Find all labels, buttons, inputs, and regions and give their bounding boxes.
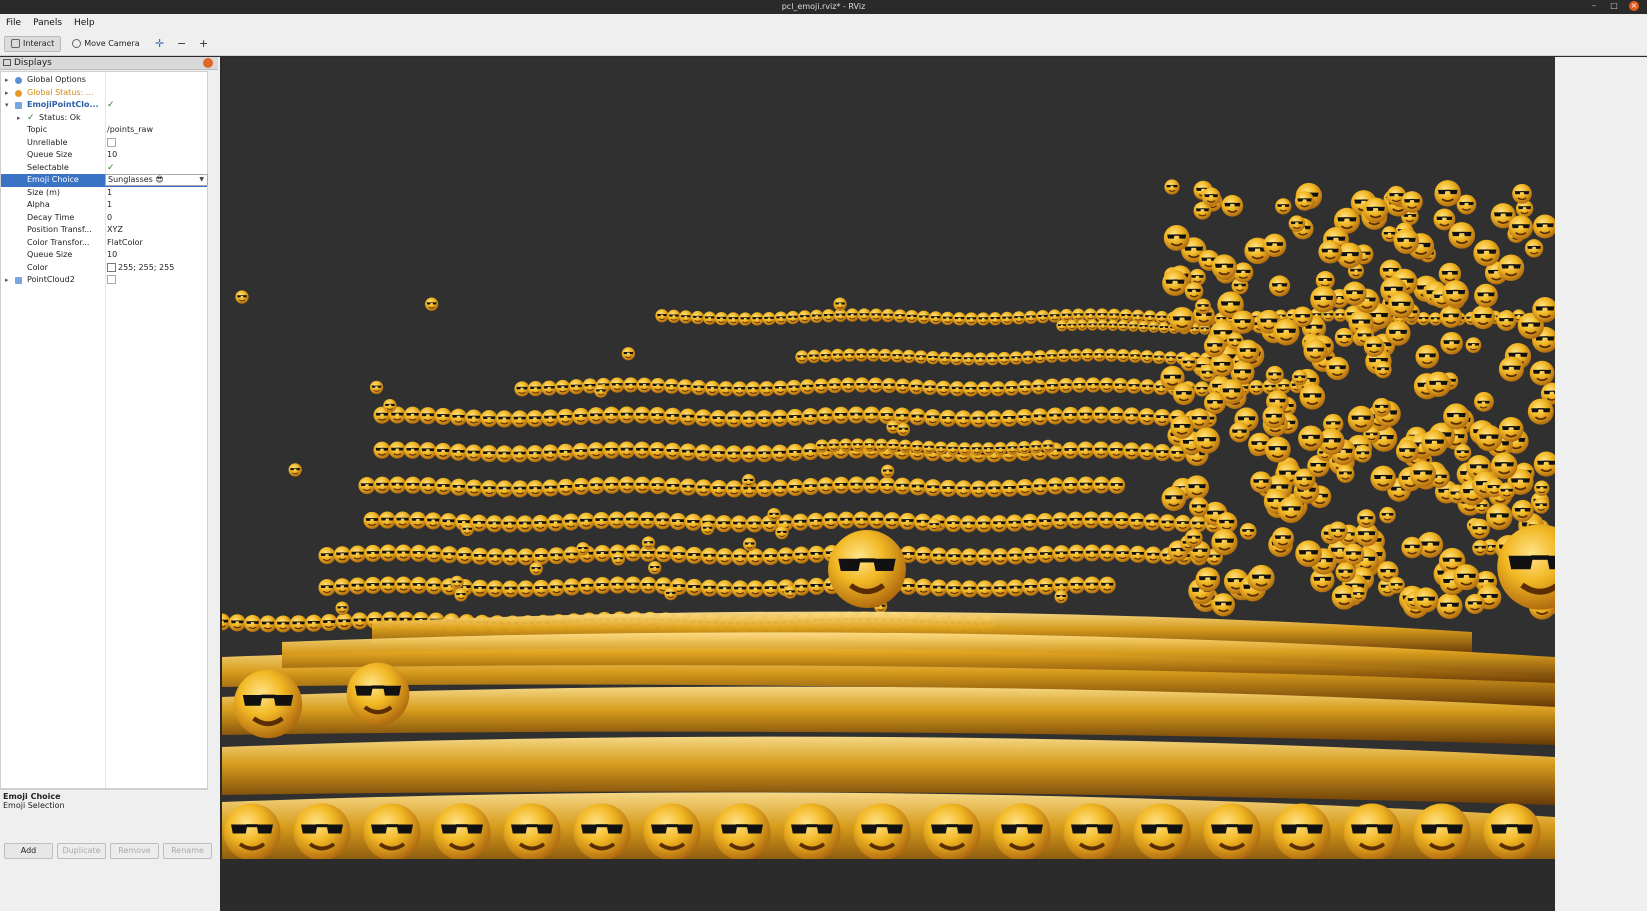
menu-file[interactable]: File (6, 18, 21, 28)
collapse-arrow-icon[interactable]: ▾ (5, 99, 9, 112)
expand-arrow-icon[interactable]: ▸ (5, 74, 9, 87)
description-text: Emoji Selection (3, 801, 65, 810)
tree-row-emoji-pointcloud[interactable]: ▾ EmojiPointClo... ✓ (1, 99, 207, 112)
menu-panels[interactable]: Panels (33, 18, 62, 28)
expand-arrow-icon[interactable]: ▸ (5, 274, 9, 287)
description-title: Emoji Choice (3, 792, 61, 801)
warning-icon (15, 89, 22, 97)
rename-button[interactable]: Rename (163, 843, 212, 859)
prop-decay-time[interactable]: Decay Time 0 (1, 212, 207, 225)
monitor-icon (3, 59, 11, 66)
tree-row-pointcloud2[interactable]: ▸ PointCloud2 (1, 274, 207, 287)
move-camera-label: Move Camera (84, 39, 140, 48)
prop-queue-size-2[interactable]: Queue Size 10 (1, 249, 207, 262)
unreliable-checkbox[interactable] (107, 137, 116, 147)
maximize-icon[interactable]: □ (1609, 1, 1619, 11)
prop-color[interactable]: Color 255; 255; 255 (1, 262, 207, 275)
displays-panel: Displays ▸ Global Options ▸ Global Statu… (0, 57, 220, 911)
tree-row-status[interactable]: ▸ ✓ Status: Ok (1, 112, 207, 125)
plus-icon[interactable]: + (195, 37, 213, 50)
prop-topic[interactable]: Topic /points_raw (1, 124, 207, 137)
cursor-icon (11, 39, 20, 48)
chevron-down-icon: ▼ (199, 176, 204, 183)
prop-size[interactable]: Size (m) 1 (1, 187, 207, 200)
displays-header: Displays (0, 57, 218, 70)
minus-icon[interactable]: − (173, 37, 191, 50)
pointcloud-icon (15, 277, 22, 284)
prop-emoji-choice[interactable]: Emoji Choice Sunglasses 😎 ▼ (1, 174, 208, 187)
selectable-checkbox[interactable]: ✓ (107, 162, 115, 175)
displays-title: Displays (14, 58, 52, 68)
crosshair-icon[interactable]: ✛ (151, 37, 169, 50)
prop-queue-size[interactable]: Queue Size 10 (1, 149, 207, 162)
prop-alpha[interactable]: Alpha 1 (1, 199, 207, 212)
emoji-choice-select[interactable]: Sunglasses 😎 ▼ (105, 174, 208, 186)
color-swatch[interactable] (107, 262, 116, 272)
emoji-point-cloud (222, 179, 1555, 859)
right-side-area (1555, 57, 1647, 911)
panel-close-icon[interactable] (203, 58, 213, 68)
move-camera-tool-button[interactable]: Move Camera (65, 36, 146, 52)
displays-tree[interactable]: ▸ Global Options ▸ Global Status: ... ▾ … (0, 71, 208, 789)
tree-row-global-status[interactable]: ▸ Global Status: ... (1, 87, 207, 100)
pointcloud-icon (15, 102, 22, 109)
enabled-checkbox[interactable]: ✓ (107, 99, 115, 112)
remove-button[interactable]: Remove (110, 843, 159, 859)
minimize-icon[interactable]: – (1589, 1, 1599, 11)
prop-unreliable[interactable]: Unreliable (1, 137, 207, 150)
menu-bar: File Panels Help (0, 14, 1647, 32)
interact-label: Interact (23, 39, 55, 48)
camera-icon (72, 39, 82, 48)
3d-viewport[interactable] (222, 57, 1555, 859)
prop-color-transformer[interactable]: Color Transfor... FlatColor (1, 237, 207, 250)
toolbar: Interact Move Camera ✛ − + (0, 32, 1647, 56)
globe-icon (15, 77, 22, 84)
interact-tool-button[interactable]: Interact (4, 35, 62, 52)
add-button[interactable]: Add (4, 843, 53, 859)
close-icon[interactable]: × (1629, 1, 1639, 11)
status-ok-icon: ✓ (27, 112, 35, 123)
property-description: Emoji Choice Emoji Selection (0, 789, 208, 839)
display-buttons: Add Duplicate Remove Rename (0, 843, 214, 859)
prop-position-transformer[interactable]: Position Transf... XYZ (1, 224, 207, 237)
expand-arrow-icon[interactable]: ▸ (17, 112, 21, 125)
window-title: pcl_emoji.rviz* - RViz (781, 2, 866, 11)
menu-help[interactable]: Help (74, 18, 95, 28)
window-titlebar: pcl_emoji.rviz* - RViz – □ × (0, 0, 1647, 14)
tree-row-global-options[interactable]: ▸ Global Options (1, 74, 207, 87)
expand-arrow-icon[interactable]: ▸ (5, 87, 9, 100)
prop-selectable[interactable]: Selectable ✓ (1, 162, 207, 175)
pointcloud2-checkbox[interactable] (107, 275, 116, 284)
duplicate-button[interactable]: Duplicate (57, 843, 106, 859)
